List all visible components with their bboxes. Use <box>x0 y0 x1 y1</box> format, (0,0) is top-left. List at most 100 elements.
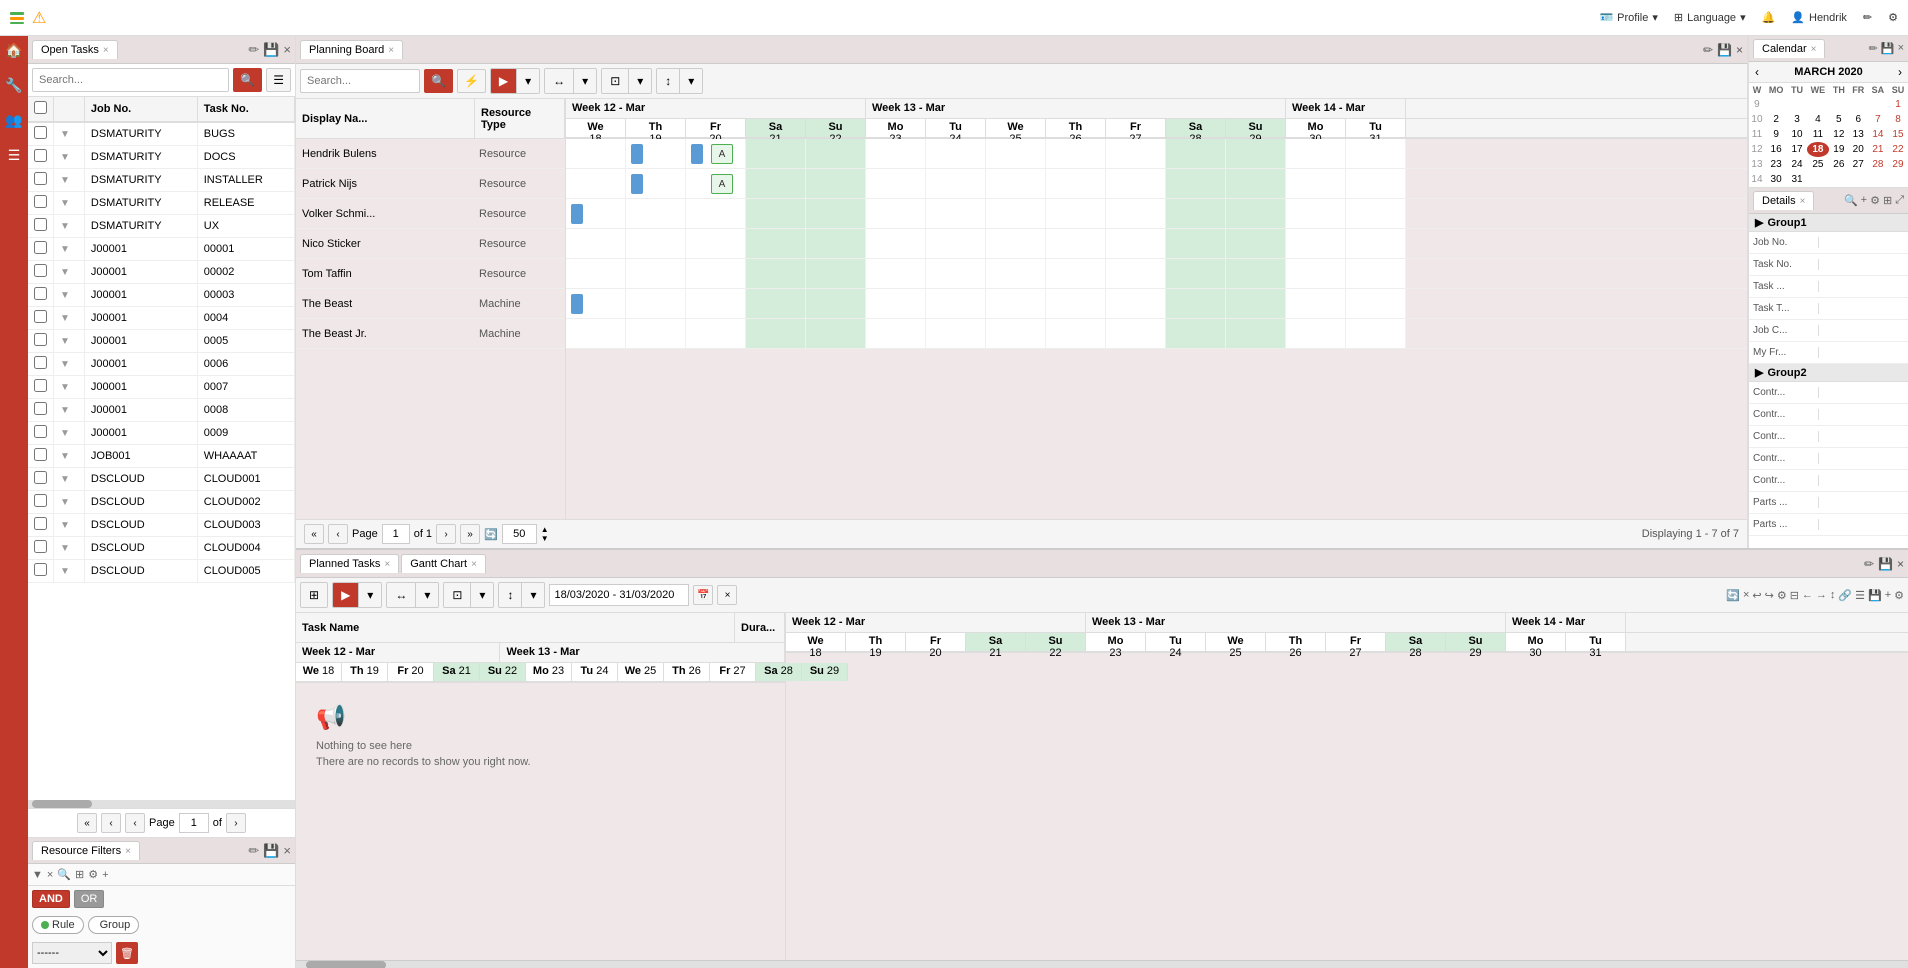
bottom-scrollbar[interactable] <box>296 960 1908 968</box>
filter-delete-button[interactable]: 🗑 <box>116 942 138 964</box>
edit-nav[interactable]: ✏ <box>1863 11 1872 24</box>
calendar-day[interactable]: 27 <box>1849 157 1868 172</box>
row-checkbox[interactable] <box>34 471 47 484</box>
details-gear-icon[interactable]: ⚙ <box>1870 194 1880 207</box>
sidebar-home-icon[interactable]: 🏠 <box>5 42 22 59</box>
planning-board-tab[interactable]: Planning Board × <box>300 40 403 59</box>
row-checkbox[interactable] <box>34 264 47 277</box>
calendar-day[interactable]: 10 <box>1787 127 1806 142</box>
view-dropdown-button[interactable]: ▾ <box>629 69 651 93</box>
details-grid-icon[interactable]: ⊞ <box>1883 194 1892 207</box>
pb-refresh-icon[interactable]: 🔄 <box>484 528 498 541</box>
calendar-day[interactable]: 26 <box>1829 157 1848 172</box>
calendar-day[interactable]: 29 <box>1888 157 1908 172</box>
pb-edit-icon[interactable]: ✏ <box>1703 43 1713 57</box>
gb-link-icon[interactable]: 🔗 <box>1838 589 1852 602</box>
rf-save-icon[interactable]: 💾 <box>263 843 279 859</box>
gb-move-icon[interactable]: ↕ <box>1830 589 1836 601</box>
calendar-day[interactable]: 14 <box>1868 127 1888 142</box>
row-checkbox[interactable] <box>34 172 47 185</box>
calendar-day[interactable] <box>1868 172 1888 187</box>
planned-tasks-close[interactable]: × <box>384 559 390 570</box>
calendar-day[interactable]: 30 <box>1765 172 1787 187</box>
row-checkbox-cell[interactable] <box>28 422 54 445</box>
gb-undo-icon[interactable]: ↩ <box>1752 589 1761 602</box>
play-button[interactable]: ▶ <box>491 69 517 93</box>
hamburger-button[interactable]: ☰ <box>266 68 291 92</box>
row-checkbox[interactable] <box>34 195 47 208</box>
gantt-task-bar[interactable]: A <box>711 144 733 164</box>
search-input[interactable] <box>32 68 229 92</box>
arrow-left-button[interactable]: ↔ <box>545 69 574 93</box>
language-nav[interactable]: ⊞ Language ▾ <box>1674 11 1746 24</box>
sort-dropdown-button[interactable]: ▾ <box>680 69 702 93</box>
row-checkbox-cell[interactable] <box>28 261 54 284</box>
date-range-field[interactable] <box>549 584 689 606</box>
page-input[interactable] <box>179 813 209 833</box>
row-checkbox-cell[interactable] <box>28 238 54 261</box>
pb-first-page[interactable]: « <box>304 524 324 544</box>
calendar-day[interactable]: 12 <box>1829 127 1848 142</box>
settings-nav[interactable]: ⚙ <box>1888 11 1898 24</box>
row-checkbox-cell[interactable] <box>28 122 54 146</box>
calendar-day[interactable]: 31 <box>1787 172 1806 187</box>
gb-redo-icon[interactable]: ↪ <box>1765 589 1774 602</box>
user-nav[interactable]: 👤 Hendrik <box>1791 11 1847 24</box>
row-checkbox[interactable] <box>34 494 47 507</box>
details-tab-close[interactable]: × <box>1800 196 1806 207</box>
prev-page-button2[interactable]: ‹ <box>125 813 145 833</box>
filter-settings-icon[interactable]: ⚙ <box>88 868 98 881</box>
play-dropdown-button[interactable]: ▾ <box>517 69 539 93</box>
row-checkbox[interactable] <box>34 540 47 553</box>
gb-gear2-icon[interactable]: ⚙ <box>1894 589 1904 602</box>
cal-next-button[interactable]: › <box>1898 65 1902 79</box>
bt-edit-icon[interactable]: ✏ <box>1864 557 1874 571</box>
horizontal-scrollbar[interactable] <box>28 800 295 808</box>
gantt-bar[interactable] <box>571 204 583 224</box>
pb-close-icon[interactable]: × <box>1736 43 1743 57</box>
row-checkbox-cell[interactable] <box>28 192 54 215</box>
resource-filters-tab[interactable]: Resource Filters × <box>32 841 140 860</box>
calendar-day[interactable] <box>1829 172 1848 187</box>
calendar-day[interactable] <box>1807 172 1829 187</box>
calendar-day[interactable]: 17 <box>1787 142 1806 157</box>
row-checkbox[interactable] <box>34 149 47 162</box>
calendar-day[interactable] <box>1787 97 1806 112</box>
planned-tasks-tab[interactable]: Planned Tasks × <box>300 554 399 573</box>
and-button[interactable]: AND <box>32 890 70 908</box>
pb-filter-button[interactable]: ⚡ <box>457 69 486 93</box>
cal-prev-button[interactable]: ‹ <box>1755 65 1759 79</box>
tab-save-icon[interactable]: 💾 <box>263 42 279 58</box>
cal-close-icon[interactable]: × <box>1898 42 1904 55</box>
pb-rows-stepper[interactable]: ▲▼ <box>541 525 549 543</box>
row-checkbox[interactable] <box>34 287 47 300</box>
calendar-day[interactable]: 16 <box>1765 142 1787 157</box>
group1-expand-icon[interactable]: ▶ <box>1755 216 1763 229</box>
filter-search-icon[interactable]: 🔍 <box>57 868 71 881</box>
details-tab[interactable]: Details × <box>1753 191 1814 210</box>
row-checkbox-cell[interactable] <box>28 468 54 491</box>
row-checkbox[interactable] <box>34 241 47 254</box>
calendar-day[interactable]: 19 <box>1829 142 1848 157</box>
row-checkbox-cell[interactable] <box>28 307 54 330</box>
profile-nav[interactable]: 🪪 Profile ▾ <box>1599 11 1657 24</box>
details-search-icon[interactable]: 🔍 <box>1844 194 1858 207</box>
row-checkbox-cell[interactable] <box>28 353 54 376</box>
calendar-day[interactable]: 1 <box>1888 97 1908 112</box>
pb-page-input[interactable] <box>382 524 410 544</box>
gb-add-icon[interactable]: + <box>1885 589 1891 601</box>
gb-cols-icon[interactable]: ⊟ <box>1790 589 1799 602</box>
sidebar-tools-icon[interactable]: 🔧 <box>5 77 22 94</box>
row-checkbox-cell[interactable] <box>28 146 54 169</box>
row-checkbox-cell[interactable] <box>28 399 54 422</box>
row-checkbox-cell[interactable] <box>28 537 54 560</box>
gantt-bar[interactable] <box>691 144 703 164</box>
row-checkbox-cell[interactable] <box>28 491 54 514</box>
gb-play-button[interactable]: ▶ <box>333 583 359 607</box>
gb-nav-left-icon[interactable]: ← <box>1802 589 1813 601</box>
bell-nav[interactable]: 🔔 <box>1762 11 1776 24</box>
filter-select[interactable]: ------ <box>32 942 112 964</box>
row-checkbox[interactable] <box>34 517 47 530</box>
calendar-day[interactable] <box>1829 97 1848 112</box>
gantt-task-bar[interactable]: A <box>711 174 733 194</box>
